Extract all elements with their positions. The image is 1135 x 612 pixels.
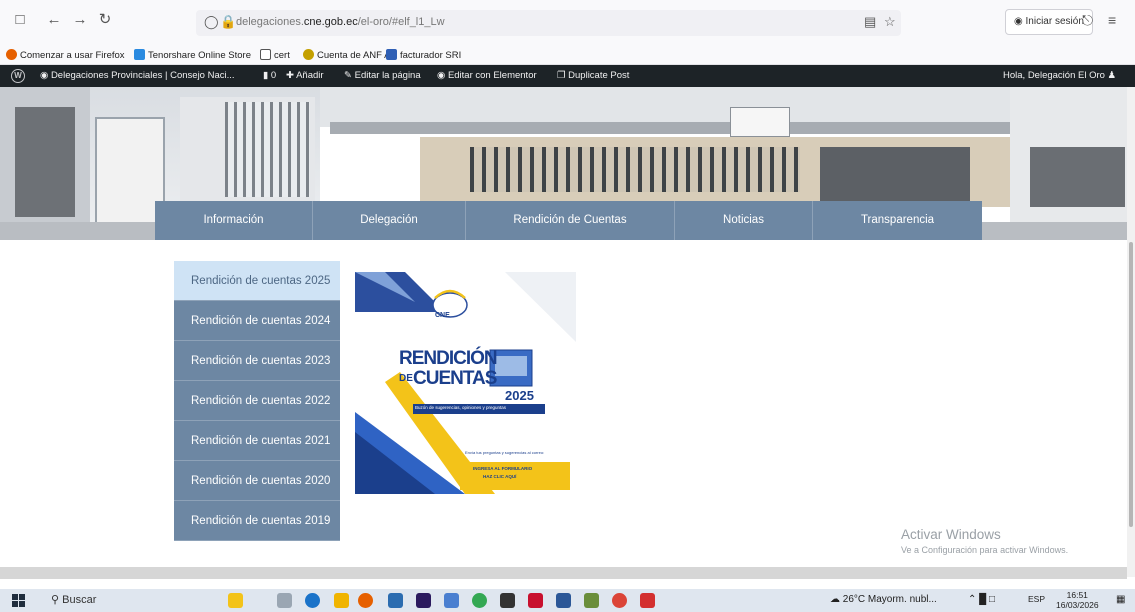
bookmark-star-icon[interactable]: ☆ (884, 14, 896, 30)
poster-footer-1: Envía tus preguntas y sugerencias al cor… (465, 450, 545, 455)
year-list: Rendición de cuentas 2025 Rendición de c… (174, 261, 340, 541)
nav-informacion[interactable]: Información (155, 201, 313, 240)
windows-taskbar: ⚲ Buscar ☁ 26°C Mayorm. nubl... ⌃ █ □ ES… (0, 589, 1135, 612)
year-item-2020[interactable]: Rendición de cuentas 2020 (174, 461, 340, 501)
bookmark-sri[interactable]: facturador SRI (386, 49, 461, 61)
rendicion-poster[interactable]: CNE RENDICIÓN DE CUENTAS 2025 Buzón de s… (355, 272, 576, 494)
store-icon[interactable] (388, 593, 403, 608)
address-bar[interactable]: ◯ 🔒 delegaciones.cne.gob.ec/el-oro/#elf_… (196, 10, 901, 36)
lock-icon[interactable]: 🔒 (220, 14, 236, 30)
shield-icon[interactable]: ◯ (204, 14, 219, 30)
bookmark-anf[interactable]: Cuenta de ANF AC (303, 49, 397, 61)
wordpress-icon[interactable]: W (11, 69, 25, 83)
year-item-2019[interactable]: Rendición de cuentas 2019 (174, 501, 340, 541)
year-item-2024[interactable]: Rendición de cuentas 2024 (174, 301, 340, 341)
reload-icon[interactable]: ↻ (97, 12, 113, 28)
activate-title: Activar Windows (901, 527, 1001, 542)
forward-icon[interactable]: → (72, 12, 88, 28)
acrobat-icon[interactable] (640, 593, 655, 608)
windows-start-icon[interactable] (12, 594, 25, 607)
extensions-icon[interactable]: ⎋ (1082, 12, 1093, 29)
tab-overview-icon[interactable]: □ (12, 12, 28, 28)
url-text: delegaciones.cne.gob.ec/el-oro/#elf_l1_L… (236, 16, 445, 28)
year-item-2022[interactable]: Rendición de cuentas 2022 (174, 381, 340, 421)
edge-icon[interactable] (305, 593, 320, 608)
notifications-icon[interactable]: ▦ (1116, 594, 1125, 605)
firefox-icon (6, 49, 17, 60)
firefox-taskbar-icon[interactable] (358, 593, 373, 608)
poster-title-3: CUENTAS (413, 368, 497, 389)
tray-icons[interactable]: ⌃ █ □ (968, 594, 995, 605)
chrome-alt-icon[interactable] (612, 593, 627, 608)
task-view-icon[interactable] (277, 593, 292, 608)
account-greeting[interactable]: Hola, Delegación El Oro ♟ (1003, 70, 1116, 81)
bookmark-firefox[interactable]: Comenzar a usar Firefox (6, 49, 125, 61)
add-new-link[interactable]: ✚ Añadir (286, 70, 324, 81)
nav-rendicion-de-cuentas[interactable]: Rendición de Cuentas (466, 201, 675, 240)
bookmark-cert[interactable]: cert (260, 49, 290, 61)
taskbar-clock[interactable]: 16:51 16/03/2026 (1056, 590, 1099, 610)
duplicate-post-link[interactable]: ❐ Duplicate Post (557, 70, 629, 81)
file-explorer-icon[interactable] (334, 593, 349, 608)
clock-time: 16:51 (1066, 590, 1088, 600)
taskbar-search[interactable]: ⚲ Buscar (51, 593, 96, 606)
year-item-2025[interactable]: Rendición de cuentas 2025 (174, 261, 340, 301)
winrar-icon[interactable] (584, 593, 599, 608)
menu-icon[interactable]: ≡ (1108, 12, 1116, 28)
poster-footer-2: INGRESA AL FORMULARIO (473, 466, 533, 471)
premiere-icon[interactable] (416, 593, 431, 608)
widgets-icon[interactable] (228, 593, 243, 608)
signin-button[interactable]: ◉ Iniciar sesión (1005, 9, 1093, 35)
activate-subtitle: Ve a Configuración para activar Windows. (901, 545, 1069, 555)
elementor-link[interactable]: ◉ Editar con Elementor (437, 70, 537, 81)
reader-view-icon[interactable]: ▤ (864, 14, 876, 30)
nav-transparencia[interactable]: Transparencia (813, 201, 982, 240)
folder-icon (260, 49, 271, 60)
sri-icon (386, 49, 397, 60)
edit-page-link[interactable]: ✎ Editar la página (344, 70, 421, 81)
bookmark-tenorshare[interactable]: Tenorshare Online Store (134, 49, 251, 61)
chrome-icon[interactable] (472, 593, 487, 608)
clock-date: 16/03/2026 (1056, 600, 1099, 610)
poster-title-2: DE (399, 373, 413, 384)
poster-banner: Buzón de sugerencias, opiniones y pregun… (415, 405, 507, 410)
page-scrollbar[interactable] (1127, 87, 1135, 577)
poster-year: 2025 (505, 388, 534, 403)
site-name-link[interactable]: ◉ Delegaciones Provinciales | Consejo Na… (40, 70, 235, 81)
weather-widget[interactable]: ☁ 26°C Mayorm. nubl... (830, 594, 937, 605)
illustrator-icon[interactable] (528, 593, 543, 608)
app-icon[interactable] (444, 593, 459, 608)
bookmarks-bar: Comenzar a usar Firefox Tenorshare Onlin… (0, 46, 1135, 65)
word-icon[interactable] (556, 593, 571, 608)
browser-toolbar: □ ← → ↻ ◯ 🔒 delegaciones.cne.gob.ec/el-o… (0, 0, 1135, 46)
terminal-icon[interactable] (500, 593, 515, 608)
poster-title-1: RENDICIÓN (399, 348, 498, 369)
year-item-2023[interactable]: Rendición de cuentas 2023 (174, 341, 340, 381)
scrollbar-thumb[interactable] (1129, 242, 1133, 527)
back-icon[interactable]: ← (46, 12, 62, 28)
anf-icon (303, 49, 314, 60)
cne-logo-text: CNE (435, 312, 450, 319)
footer-strip (0, 567, 1127, 579)
nav-delegacion[interactable]: Delegación (313, 201, 466, 240)
year-item-2021[interactable]: Rendición de cuentas 2021 (174, 421, 340, 461)
comments-link[interactable]: ▮ 0 (263, 70, 276, 81)
activate-windows-watermark: Activar Windows Ve a Configuración para … (901, 527, 1068, 555)
wp-admin-bar: W ◉ Delegaciones Provinciales | Consejo … (0, 65, 1135, 87)
main-navigation: Información Delegación Rendición de Cuen… (155, 201, 982, 240)
tenorshare-icon (134, 49, 145, 60)
nav-noticias[interactable]: Noticias (675, 201, 813, 240)
language-indicator[interactable]: ESP (1028, 594, 1045, 604)
poster-footer-3: HAZ CLIC AQUÍ (483, 474, 517, 479)
